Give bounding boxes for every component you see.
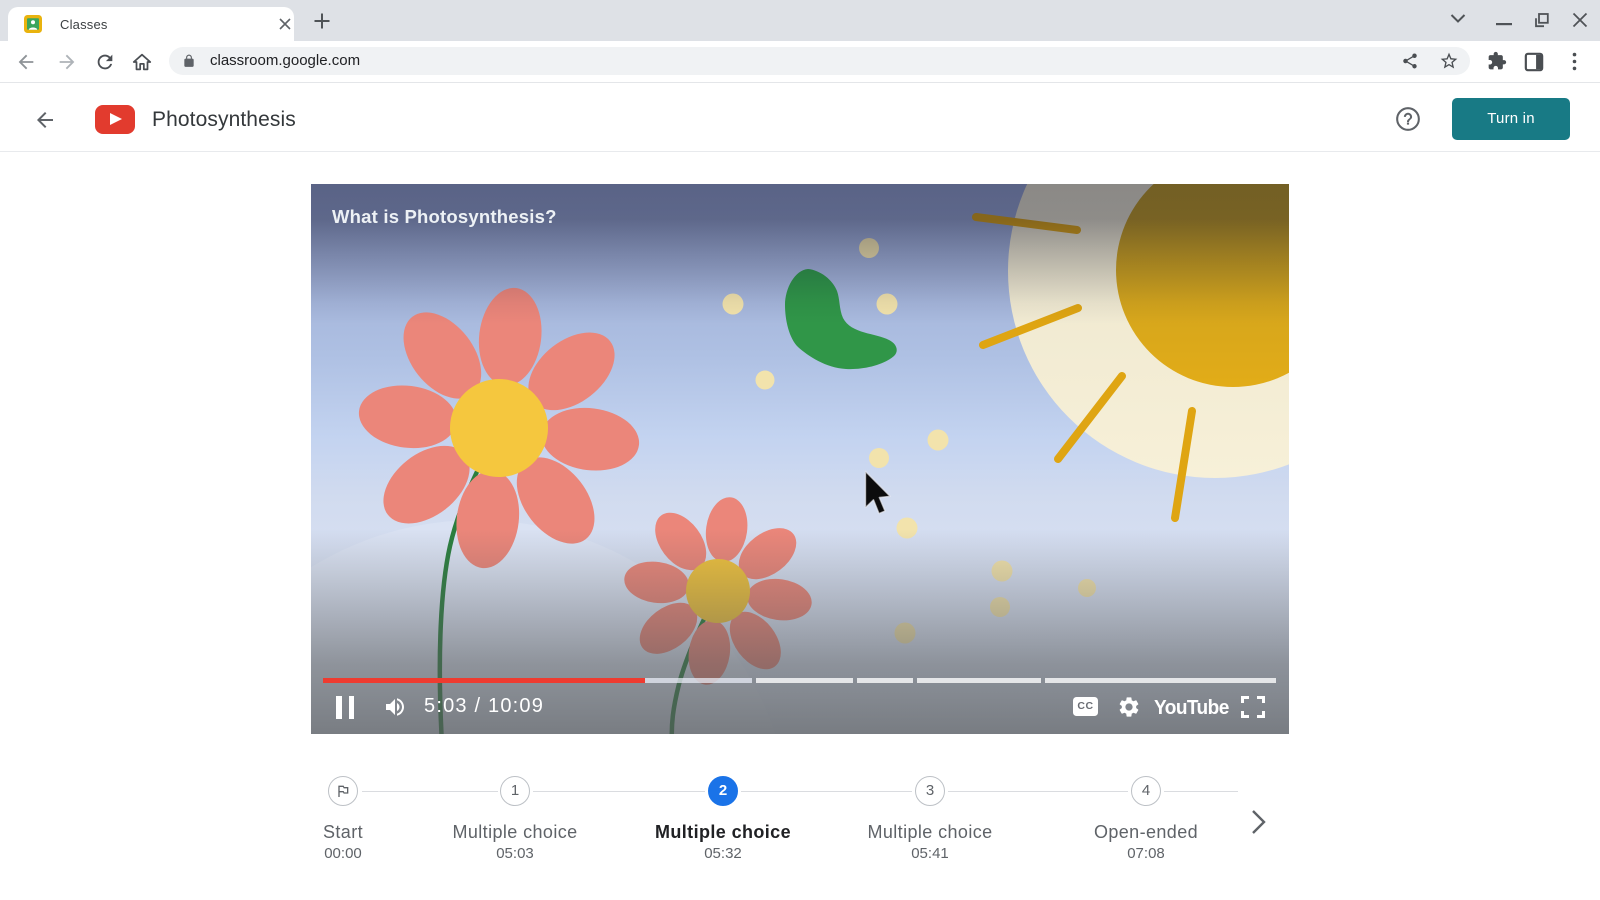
svg-text:What is Photosynthesis?: What is Photosynthesis?	[332, 206, 557, 227]
svg-text:YouTube: YouTube	[1154, 696, 1229, 719]
